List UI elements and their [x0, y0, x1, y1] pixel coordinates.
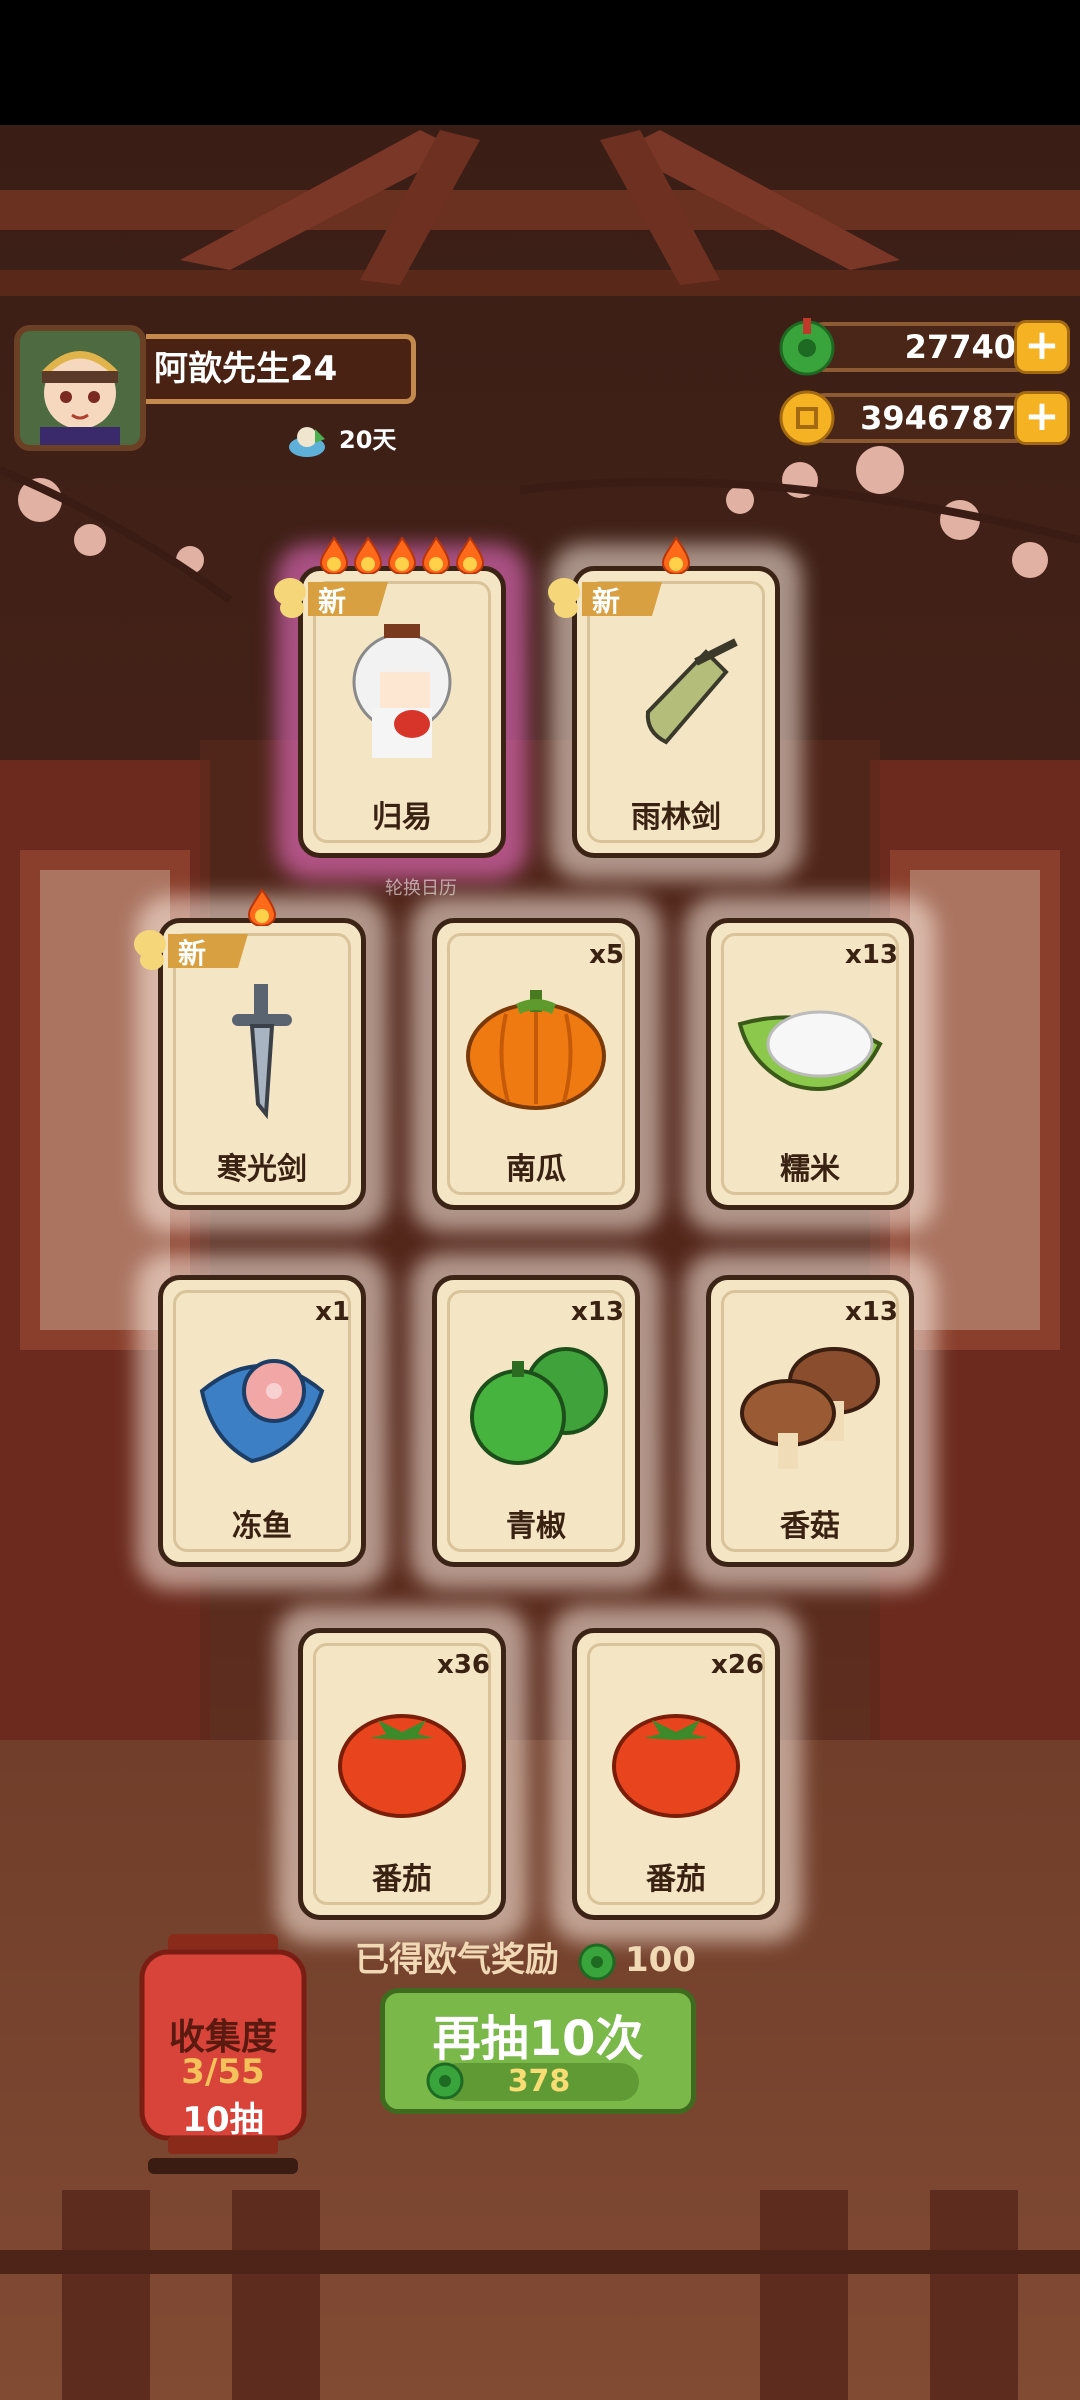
jade-icon [779, 318, 835, 376]
card-name: 雨林剑 [631, 800, 721, 835]
avatar-portrait-icon [20, 331, 140, 445]
draw-ten-button[interactable]: 再抽10次 378 [380, 1988, 696, 2114]
tomato-icon [338, 1714, 466, 1818]
card-name: 番茄 [646, 1862, 706, 1897]
green-pepper-icon [470, 1347, 608, 1465]
card-name: 寒光剑 [217, 1152, 307, 1187]
flame-icon [387, 536, 417, 574]
days-counter: 20天 [285, 420, 396, 461]
jade-currency: 27740 + [770, 318, 1070, 376]
card-name: 南瓜 [506, 1152, 566, 1187]
flame-icon [353, 536, 383, 574]
draw-cost: 378 [426, 2062, 639, 2101]
flame-icon [661, 536, 691, 574]
draw-cost-value: 378 [507, 2064, 571, 2099]
reward-value: 100 [625, 1940, 696, 1980]
player-name: 阿歆先生24 [146, 334, 416, 404]
collection-draws: 10抽 [182, 2100, 264, 2140]
flame-icon [455, 536, 485, 574]
card-count: x1 [315, 1297, 350, 1327]
status-bar [0, 0, 1080, 125]
new-label: 新 [592, 585, 621, 618]
new-label: 新 [318, 585, 347, 618]
jade-icon [578, 1943, 616, 1980]
card-guiyi[interactable]: 新 归易 [274, 536, 528, 880]
flame-icon [319, 536, 349, 574]
card-yulinjian[interactable]: 新 雨林剑 [548, 536, 802, 880]
new-label: 新 [178, 937, 207, 970]
draw-button-label: 再抽10次 [432, 2011, 644, 2067]
card-count: x13 [845, 940, 898, 970]
collection-progress: 3/55 [181, 2052, 265, 2092]
card-green-pepper[interactable]: x13 青椒 [410, 1253, 662, 1589]
leaf-blade-icon [645, 638, 738, 745]
coin-currency: 3946787 + [770, 389, 1070, 447]
days-label: 20天 [339, 426, 397, 454]
pumpkin-icon [466, 990, 606, 1110]
card-mushroom[interactable]: x13 香菇 [684, 1253, 936, 1589]
card-count: x36 [437, 1650, 490, 1680]
add-coin-button[interactable]: + [1014, 391, 1070, 445]
jade-amount: 27740 [800, 322, 1040, 372]
card-count: x13 [571, 1297, 624, 1327]
flame-icon [421, 536, 451, 574]
card-hanguangjian[interactable]: 新 寒光剑 [134, 888, 388, 1232]
gold-coin-icon [779, 390, 835, 446]
card-count: x13 [845, 1297, 898, 1327]
collection-lantern[interactable]: 收集度 3/55 10抽 [138, 1930, 308, 2182]
new-badge: 新 [128, 924, 258, 974]
reward-label: 已得欧气奖励 [355, 1940, 559, 1980]
card-count: x5 [589, 940, 624, 970]
gacha-result-screen: 阿歆先生24 20天 27740 + 3946787 + 新 归易 新 雨林剑 … [0, 0, 1080, 2400]
new-badge: 新 [268, 572, 398, 622]
card-name: 番茄 [372, 1862, 432, 1897]
card-frozen-fish[interactable]: x1 冻鱼 [136, 1253, 388, 1589]
sword-icon [232, 984, 292, 1120]
card-name: 青椒 [506, 1509, 566, 1544]
rarity-flames [298, 536, 506, 574]
card-count: x26 [711, 1650, 764, 1680]
card-name: 归易 [372, 800, 432, 835]
new-badge: 新 [542, 572, 672, 622]
add-jade-button[interactable]: + [1014, 320, 1070, 374]
fish-steak-icon [199, 1359, 325, 1464]
calendar-bowl-icon [289, 427, 325, 457]
flame-icon [247, 888, 277, 926]
card-tomato[interactable]: x36 番茄 [276, 1606, 528, 1942]
rarity-flames [158, 888, 366, 926]
coin-amount: 3946787 [800, 393, 1040, 443]
chef-character-icon [352, 624, 452, 758]
tomato-icon [612, 1714, 740, 1818]
rarity-flames [572, 536, 780, 574]
jade-icon [426, 2062, 464, 2100]
card-name: 糯米 [780, 1152, 840, 1187]
card-pumpkin[interactable]: x5 南瓜 [410, 896, 662, 1232]
card-name: 香菇 [780, 1509, 840, 1544]
card-tomato[interactable]: x26 番茄 [550, 1606, 802, 1942]
card-rice[interactable]: x13 糯米 [684, 896, 936, 1232]
shiitake-icon [740, 1347, 880, 1469]
luck-reward: 已得欧气奖励 100 [355, 1932, 696, 1982]
player-avatar[interactable] [14, 325, 146, 451]
card-name: 冻鱼 [232, 1509, 292, 1544]
sticky-rice-icon [737, 1010, 883, 1091]
